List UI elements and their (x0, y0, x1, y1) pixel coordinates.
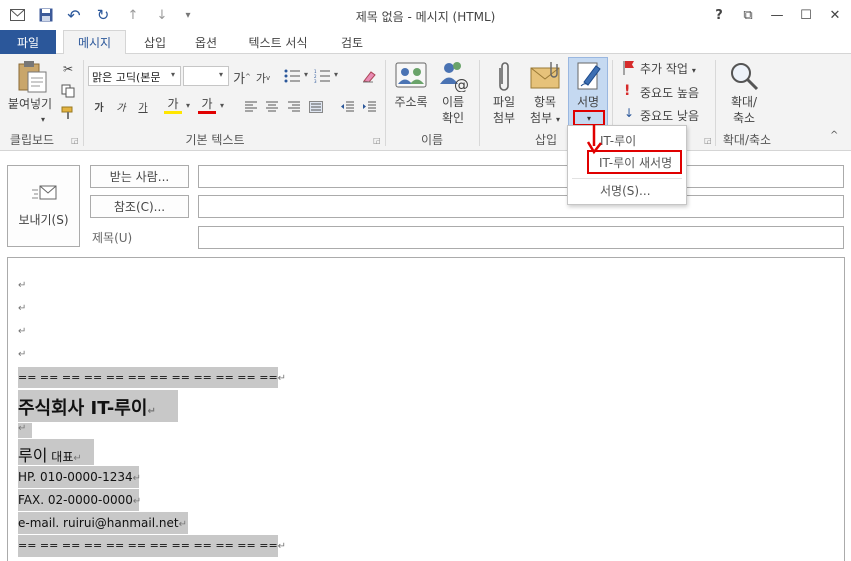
send-button[interactable]: 보내기(S) (7, 165, 80, 247)
font-color-dropdown-icon[interactable]: ▾ (220, 101, 224, 110)
tab-message[interactable]: 메시지 (63, 30, 126, 55)
svg-text:@: @ (454, 76, 469, 92)
tab-file[interactable]: 파일 (0, 30, 56, 55)
align-right-icon[interactable] (285, 98, 303, 116)
to-button[interactable]: 받는 사람... (90, 165, 189, 188)
svg-text:3: 3 (314, 79, 317, 83)
zoom-button[interactable]: 확대/ 축소 (722, 94, 766, 126)
signature-settings-item[interactable]: 서명(S)... (568, 182, 686, 199)
zoom-icon[interactable] (728, 60, 760, 92)
check-names-icon[interactable]: @ (438, 60, 470, 94)
grow-font-button[interactable]: 가 ^ (233, 68, 251, 87)
collapse-ribbon-icon[interactable]: ^ (830, 130, 838, 141)
address-book-button[interactable]: 주소록 (387, 94, 435, 110)
insert-group-label: 삽입 (534, 133, 558, 147)
tags-dialog-launcher-icon[interactable]: ◲ (704, 136, 712, 145)
follow-up-flag-icon[interactable] (622, 60, 636, 76)
basic-text-group-label: 기본 텍스트 (185, 133, 245, 147)
signature-blank-line: ↵ (18, 423, 32, 438)
clipboard-group-label: 클립보드 (9, 133, 55, 147)
high-importance-button[interactable]: 중요도 높음 (640, 84, 699, 101)
tab-options[interactable]: 옵션 (186, 30, 226, 55)
close-button[interactable]: ✕ (824, 6, 846, 24)
menu-divider (572, 178, 682, 179)
paste-button[interactable]: 붙여넣기 (2, 96, 58, 112)
copy-icon[interactable] (59, 82, 77, 100)
signature-fax: FAX. 02-0000-0000↵ (18, 489, 141, 511)
ribbon-display-options-button[interactable]: ⧉ (737, 6, 759, 24)
high-importance-icon[interactable]: ! (624, 83, 630, 99)
names-group-label: 이름 (420, 133, 444, 147)
tab-format-text[interactable]: 텍스트 서식 (240, 30, 316, 55)
low-importance-button[interactable]: 중요도 낮음 (640, 107, 699, 124)
bullets-dropdown-icon[interactable]: ▾ (304, 70, 308, 79)
tab-insert[interactable]: 삽입 (135, 30, 175, 55)
cut-icon[interactable]: ✂ (59, 60, 77, 78)
attach-item-button[interactable]: 항목 첨부 ▾ (524, 94, 566, 128)
group-divider (385, 60, 386, 146)
font-dialog-launcher-icon[interactable]: ◲ (373, 136, 381, 145)
numbering-icon[interactable]: 123 (313, 67, 331, 85)
shrink-font-button[interactable]: 가v (254, 69, 272, 87)
paste-dropdown-icon[interactable]: ▾ (33, 112, 53, 128)
signature-name: 루이 대표↵ (18, 439, 94, 465)
attach-file-button[interactable]: 파일 첨부 (484, 94, 524, 126)
increase-indent-icon[interactable] (360, 98, 378, 116)
highlight-button[interactable]: 가 (164, 96, 182, 114)
cc-field[interactable] (198, 195, 844, 218)
follow-up-button[interactable]: 추가 작업 ▾ (640, 60, 696, 77)
subject-field[interactable] (198, 226, 844, 249)
align-center-icon[interactable] (263, 98, 281, 116)
paragraph-mark: ↵ (18, 326, 27, 337)
format-painter-icon[interactable] (59, 104, 77, 122)
low-importance-icon[interactable]: ↓ (624, 106, 634, 120)
align-left-icon[interactable] (242, 98, 260, 116)
bullets-icon[interactable] (283, 67, 301, 85)
paragraph-mark: ↵ (18, 303, 27, 314)
subject-label: 제목(U) (92, 231, 133, 245)
group-divider (83, 60, 84, 146)
address-book-icon[interactable] (395, 60, 427, 90)
group-divider (479, 60, 480, 146)
signature-label: 서명 (576, 95, 600, 109)
highlight-dropdown-icon[interactable]: ▾ (186, 101, 190, 110)
underline-button[interactable]: 가 (134, 97, 152, 115)
red-arrow-annotation (586, 124, 606, 162)
paragraph-mark: ↵ (18, 349, 27, 360)
numbering-dropdown-icon[interactable]: ▾ (334, 70, 338, 79)
clear-formatting-icon[interactable] (360, 67, 378, 85)
italic-button[interactable]: 가 (112, 97, 130, 115)
to-field[interactable] (198, 165, 844, 188)
tab-review[interactable]: 검토 (330, 30, 374, 55)
cc-button[interactable]: 참조(C)... (90, 195, 189, 218)
zoom-group-label: 확대/축소 (722, 133, 772, 147)
paste-icon[interactable] (15, 60, 49, 94)
send-envelope-icon (31, 185, 56, 199)
minimize-button[interactable]: — (766, 6, 788, 24)
help-button[interactable]: ? (708, 6, 730, 24)
signature-company: 주식회사 IT-루이↵ (18, 390, 178, 422)
maximize-button[interactable]: ☐ (795, 6, 817, 24)
attach-item-icon[interactable] (529, 60, 563, 90)
ribbon-tab-bar (0, 30, 851, 54)
font-size-dropdown-icon[interactable]: ▾ (219, 70, 223, 79)
justify-icon[interactable] (307, 98, 325, 116)
signature-separator-bottom: == == == == == == == == == == == ==↵ (18, 535, 286, 557)
check-names-button[interactable]: 이름 확인 (432, 94, 474, 126)
attach-file-icon[interactable] (494, 60, 514, 94)
signature-email: e-mail. ruirui@hanmail.net↵ (18, 512, 188, 534)
signature-icon (576, 60, 602, 92)
signature-separator-top: == == == == == == == == == == == ==↵ (18, 367, 286, 388)
signature-phone: HP. 010-0000-1234↵ (18, 466, 141, 488)
decrease-indent-icon[interactable] (338, 98, 356, 116)
paragraph-mark: ↵ (18, 280, 27, 291)
font-name-combo[interactable]: 맑은 고딕(본문 (88, 66, 181, 86)
font-name-dropdown-icon[interactable]: ▾ (171, 70, 175, 79)
font-color-button[interactable]: 가 (198, 96, 216, 114)
clipboard-dialog-launcher-icon[interactable]: ◲ (71, 136, 79, 145)
bold-button[interactable]: 가 (90, 97, 108, 115)
